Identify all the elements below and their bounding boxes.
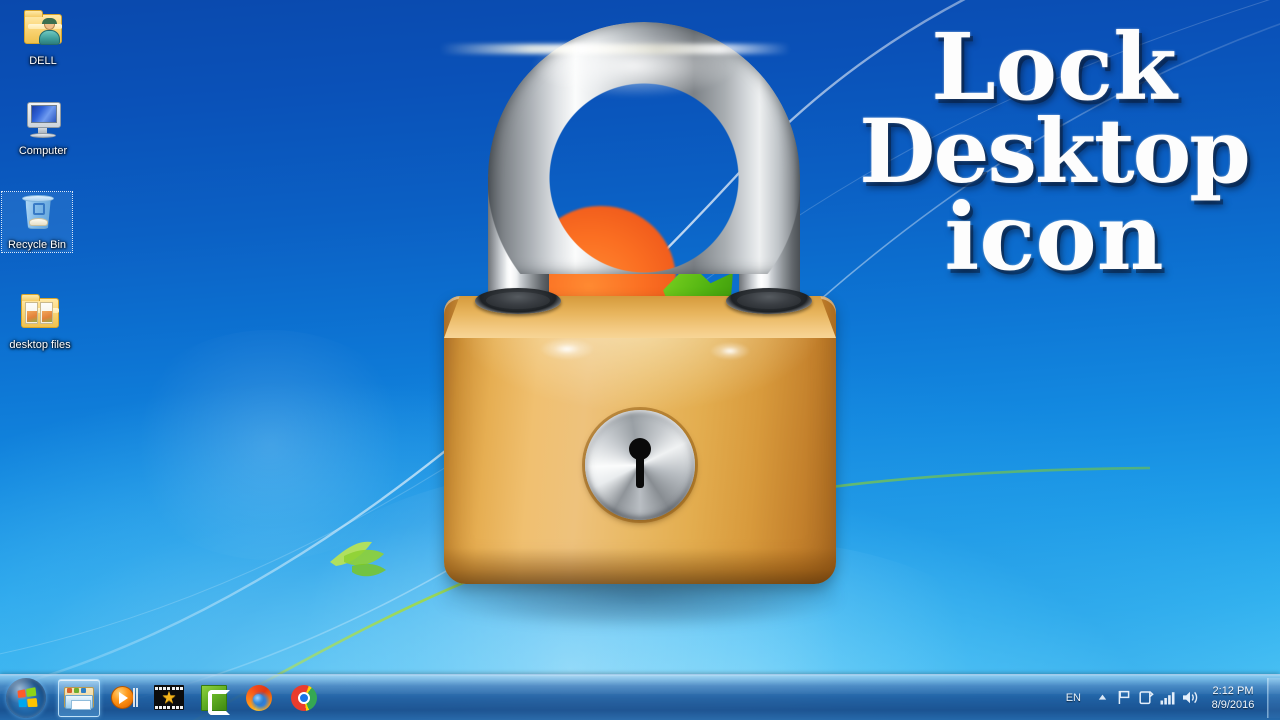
desktop-icon-label: desktop files [9,339,71,351]
shackle-socket-left [475,288,561,314]
film-star-icon: ★ [154,685,184,710]
shackle-arch-inner-shade [488,22,800,274]
show-hidden-icons-chevron-icon[interactable] [1091,683,1113,713]
padlock-body-bottom-shade [444,548,836,584]
taskbar-pinned-items[interactable]: ★ [58,678,325,717]
desktop-icon-recycle-bin[interactable]: Recycle Bin [1,191,73,253]
clock-time: 2:12 PM [1212,684,1254,697]
padlock-body-top-highlight [440,44,790,54]
pictures-folder-icon [16,292,64,336]
system-tray[interactable]: EN 2:12 PM 8/9/2016 [1056,675,1280,720]
start-button[interactable] [2,677,50,719]
camtasia-icon [201,684,230,715]
chrome-icon [291,684,317,711]
wallpaper-glow-left [120,330,420,560]
volume-speaker-icon[interactable] [1179,683,1201,713]
taskbar-item-windows-explorer[interactable] [58,678,100,717]
overlay-title-line-2: Desktop [859,99,1251,204]
desktop[interactable]: DELL Computer Recycle Bin desktop files [0,0,1280,720]
overlay-title: Lock Desktop icon [828,8,1280,292]
computer-monitor-icon [19,98,67,142]
taskbar-item-google-chrome[interactable] [283,679,325,717]
show-desktop-button[interactable] [1267,677,1280,718]
taskbar-item-camtasia-studio[interactable] [193,679,235,717]
taskbar-item-video-editor[interactable]: ★ [148,679,190,717]
desktop-icon-label: DELL [29,55,57,67]
desktop-icon-label: Computer [18,145,68,157]
keyhole-icon [629,438,651,488]
network-signal-icon[interactable] [1157,683,1179,713]
desktop-icon-dell[interactable]: DELL [6,8,80,68]
language-indicator[interactable]: EN [1056,692,1091,704]
media-player-icon [111,685,138,711]
clock-date: 8/9/2016 [1211,698,1255,711]
recycle-bin-icon [13,192,61,236]
removable-media-icon[interactable] [1135,683,1157,713]
padlock-sparkle-right [710,342,750,360]
overlay-title-line-3: icon [944,183,1164,292]
windows-flag-icon [17,686,38,707]
taskbar-item-mozilla-firefox[interactable] [238,679,280,717]
clock[interactable]: 2:12 PM 8/9/2016 [1201,684,1263,712]
padlock-keyhole-disc [585,410,695,520]
padlock-graphic [418,8,868,628]
action-center-flag-icon[interactable] [1113,683,1135,713]
desktop-icon-label: Recycle Bin [7,239,67,251]
padlock-sparkle-left [540,338,594,360]
desktop-icon-computer[interactable]: Computer [6,98,80,158]
shackle-socket-right [726,288,812,314]
file-explorer-icon [64,685,94,710]
user-folder-icon [19,8,67,52]
taskbar[interactable]: ★ EN 2:12 PM 8/9/2016 [0,674,1280,720]
taskbar-item-windows-media-player[interactable] [103,679,145,717]
firefox-icon [246,684,272,711]
windows-orb-icon [6,677,46,718]
desktop-icon-desktop-files[interactable]: desktop files [0,292,80,352]
